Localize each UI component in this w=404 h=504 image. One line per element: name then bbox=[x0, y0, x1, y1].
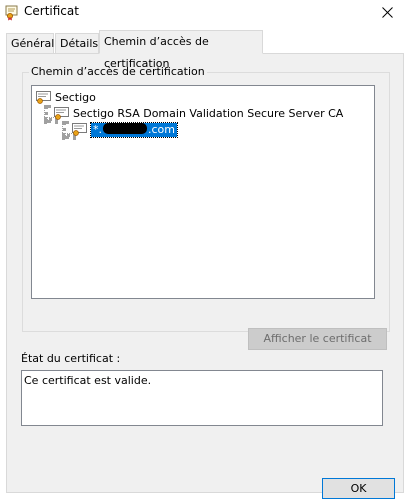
window-title: Certificat bbox=[24, 4, 79, 18]
certificate-icon bbox=[54, 107, 70, 121]
tree-node-label: Sectigo bbox=[55, 91, 96, 104]
certificate-status-text: Ce certificat est valide. bbox=[24, 374, 152, 387]
tree-node-label: Sectigo RSA Domain Validation Secure Ser… bbox=[73, 107, 344, 120]
certificate-status-field[interactable]: Ce certificat est valide. bbox=[21, 370, 383, 426]
tab-details[interactable]: Détails bbox=[55, 33, 99, 53]
ok-button[interactable]: OK bbox=[322, 478, 395, 499]
tab-panel: Chemin d’accès de certification Sectigo bbox=[6, 53, 404, 493]
tree-node-label-selected: *. .com bbox=[90, 122, 178, 138]
close-button[interactable] bbox=[370, 0, 404, 24]
tab-strip: Général Détails Chemin d’accès de certif… bbox=[0, 30, 404, 70]
tree-node-leaf[interactable]: *. .com bbox=[72, 122, 178, 138]
tree-node-intermediate[interactable]: Sectigo RSA Domain Validation Secure Ser… bbox=[54, 106, 343, 122]
tab-certification-path[interactable]: Chemin d’accès de certification bbox=[99, 30, 263, 70]
label-suffix: .com bbox=[148, 123, 175, 136]
redaction-block bbox=[103, 123, 147, 134]
tab-general[interactable]: Général bbox=[6, 33, 54, 53]
tree-node-root[interactable]: Sectigo bbox=[36, 90, 96, 106]
view-certificate-button[interactable]: Afficher le certificat bbox=[248, 328, 387, 350]
certification-path-group: Chemin d’accès de certification Sectigo bbox=[22, 65, 390, 350]
close-icon bbox=[381, 6, 393, 18]
certificate-icon bbox=[36, 91, 52, 105]
certificate-tree[interactable]: Sectigo Sectigo RSA Domain Validation Se… bbox=[31, 85, 375, 299]
certificate-icon bbox=[72, 123, 88, 137]
label-prefix: *. bbox=[93, 123, 102, 136]
certificate-status-label: État du certificat : bbox=[21, 352, 121, 365]
title-bar: Certificat bbox=[0, 0, 404, 26]
certificate-icon bbox=[5, 5, 19, 21]
